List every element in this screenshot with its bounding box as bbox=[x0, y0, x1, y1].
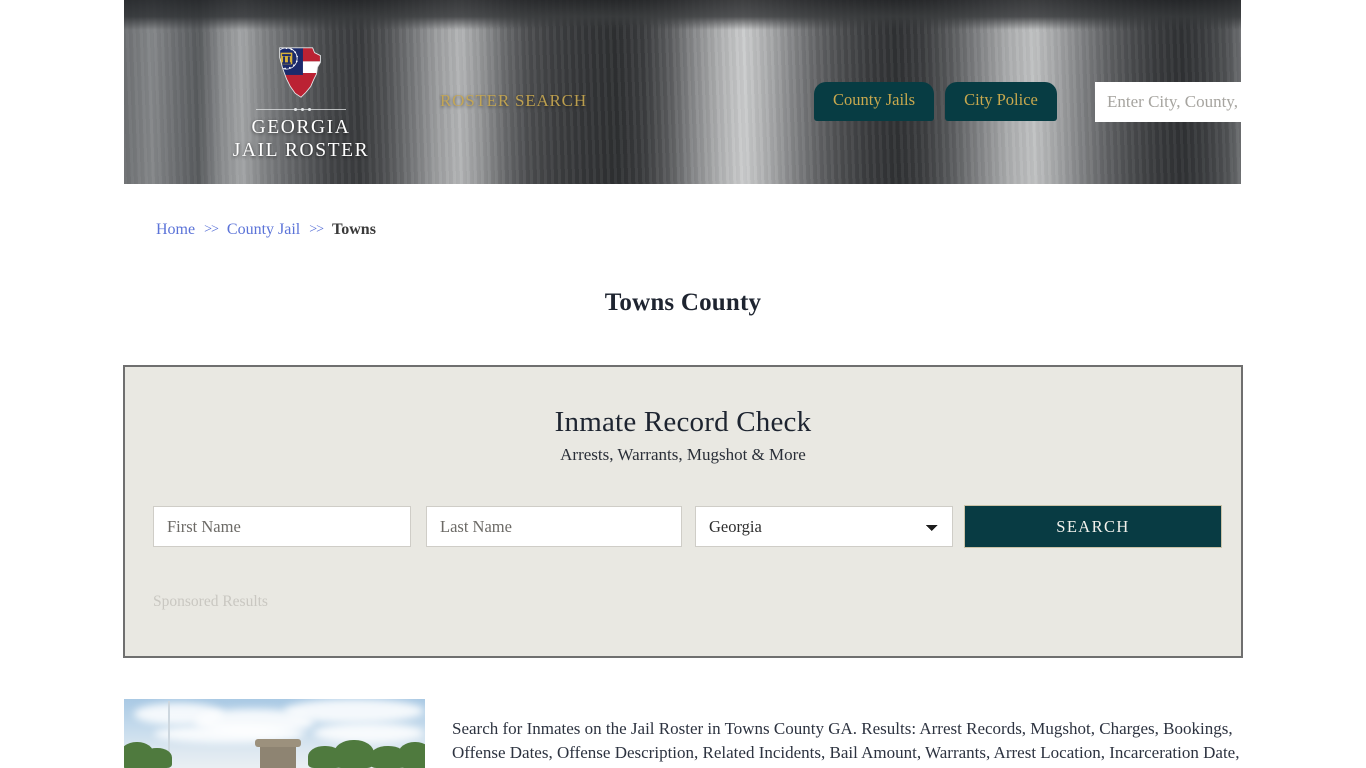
logo-text-line1: GEORGIA bbox=[251, 117, 351, 138]
tree-shape bbox=[142, 748, 172, 768]
breadcrumb-separator: >> bbox=[309, 222, 324, 237]
header-search bbox=[1095, 82, 1241, 122]
page-title: Towns County bbox=[604, 288, 762, 316]
header-search-input[interactable] bbox=[1095, 82, 1241, 122]
site-logo[interactable]: GEORGIA JAIL ROSTER bbox=[186, 42, 416, 162]
page-description: Search for Inmates on the Jail Roster in… bbox=[452, 719, 1240, 768]
banner-tagline: ROSTER SEARCH bbox=[440, 91, 587, 110]
sponsored-results-label: Sponsored Results bbox=[153, 593, 268, 610]
site-header-banner: GEORGIA JAIL ROSTER ROSTER SEARCH County… bbox=[124, 0, 1241, 184]
state-select[interactable]: Georgia bbox=[695, 506, 953, 547]
page-root: GEORGIA JAIL ROSTER ROSTER SEARCH County… bbox=[0, 0, 1366, 768]
nav-city-police[interactable]: City Police bbox=[945, 82, 1057, 121]
panel-title: Inmate Record Check bbox=[554, 406, 812, 438]
breadcrumb-item-current: Towns bbox=[332, 221, 376, 238]
breadcrumb-item-home[interactable]: Home bbox=[156, 221, 195, 239]
tree-shape bbox=[334, 740, 374, 768]
inmate-record-check-panel: Inmate Record Check Arrests, Warrants, M… bbox=[123, 365, 1243, 658]
inmate-search-form: Georgia SEARCH bbox=[153, 505, 1222, 548]
logo-divider bbox=[256, 108, 346, 111]
georgia-state-flag-icon bbox=[279, 47, 321, 98]
cloud-shape bbox=[314, 723, 424, 743]
breadcrumb-separator: >> bbox=[204, 222, 219, 237]
county-photo-thumbnail[interactable] bbox=[124, 699, 425, 768]
panel-subtitle: Arrests, Warrants, Mugshot & More bbox=[560, 445, 806, 464]
header-nav: County Jails City Police bbox=[814, 82, 1057, 121]
breadcrumb-item-county-jail[interactable]: County Jail bbox=[227, 221, 300, 239]
tree-shape bbox=[398, 742, 425, 768]
last-name-input[interactable] bbox=[426, 506, 682, 547]
water-tower bbox=[255, 739, 301, 768]
cloud-shape bbox=[284, 699, 424, 723]
logo-text-line2: JAIL ROSTER bbox=[232, 140, 370, 161]
breadcrumb: Home >> County Jail >> Towns bbox=[156, 221, 376, 239]
first-name-input[interactable] bbox=[153, 506, 411, 547]
nav-county-jails[interactable]: County Jails bbox=[814, 82, 935, 121]
search-button[interactable]: SEARCH bbox=[964, 505, 1222, 548]
